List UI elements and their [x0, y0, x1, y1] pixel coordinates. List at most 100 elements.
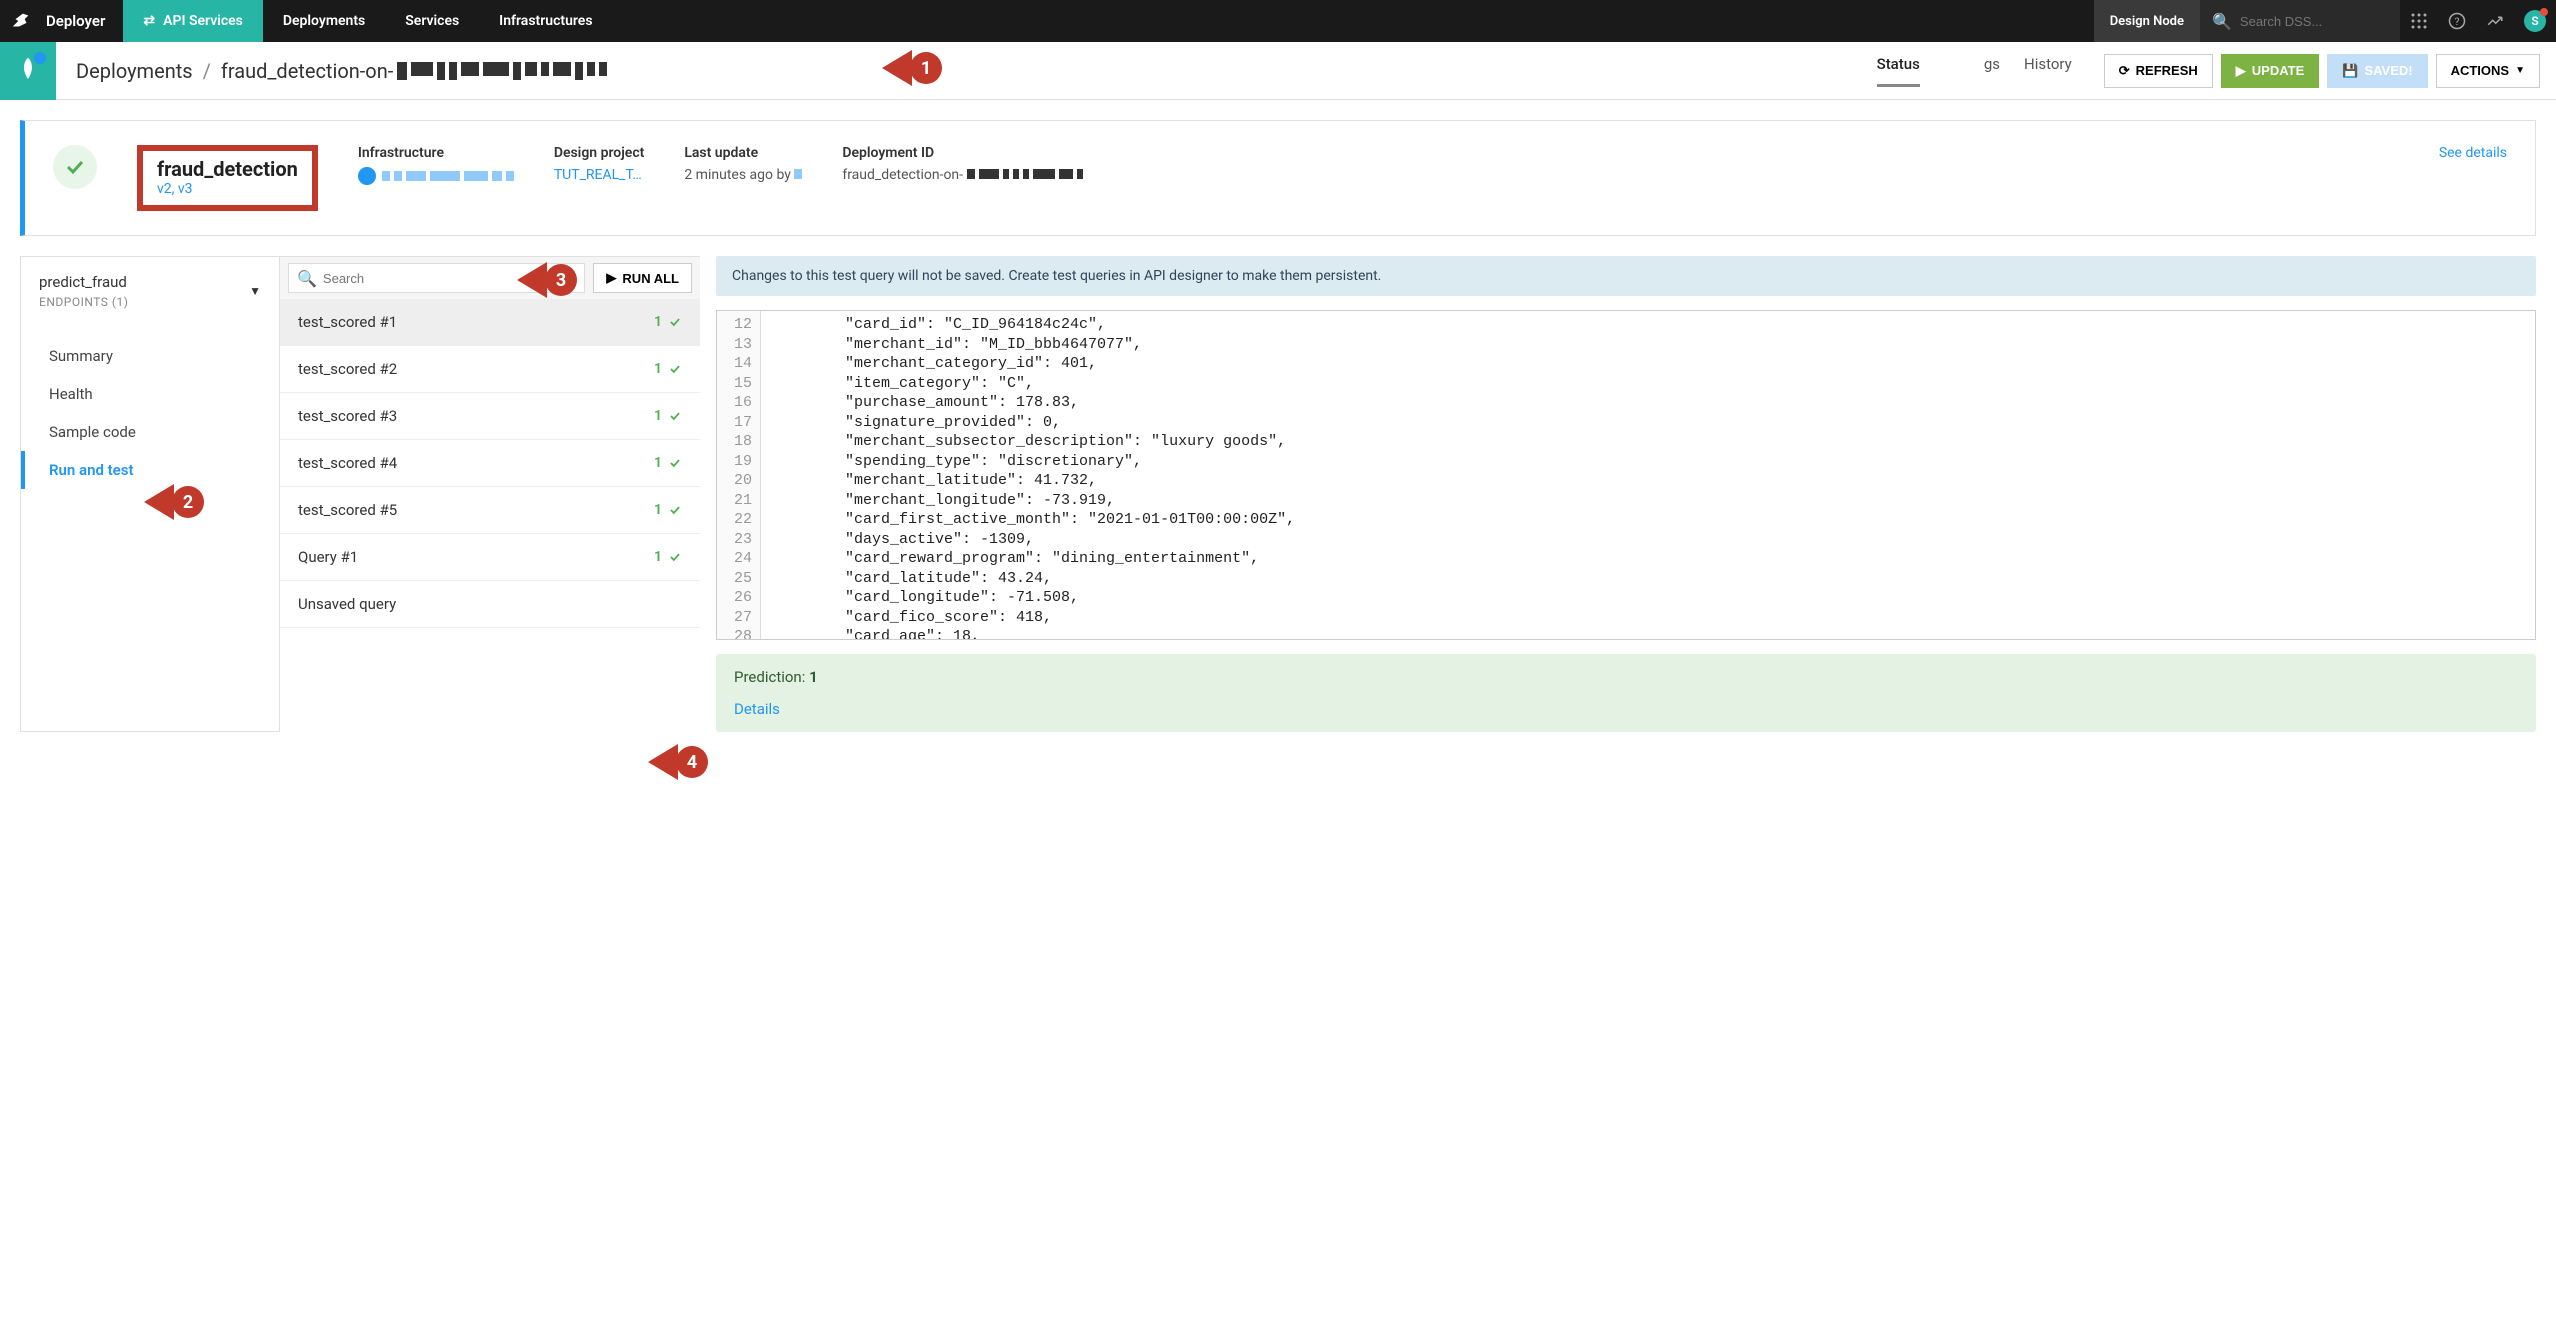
deployment-title-box: fraud_detection v2, v3 [137, 145, 318, 211]
save-icon: 💾 [2342, 63, 2358, 79]
check-icon [668, 456, 682, 470]
check-icon [668, 409, 682, 423]
tab-api-services-label: API Services [163, 13, 243, 29]
global-search-input[interactable] [2240, 14, 2380, 29]
design-project-value[interactable]: TUT_REAL_T… [554, 167, 645, 183]
test-item[interactable]: Query #1 1 [280, 534, 700, 581]
play-icon: ▶ [2236, 63, 2246, 79]
test-count: 1 [654, 314, 662, 330]
annotation-2: 2 [172, 486, 204, 518]
check-icon [668, 362, 682, 376]
design-node[interactable]: Design Node [2094, 0, 2200, 42]
tab-history[interactable]: History [2024, 55, 2072, 87]
infrastructure-label: Infrastructure [358, 145, 514, 161]
endpoint-selector[interactable]: predict_fraud ENDPOINTS (1) ▼ [21, 257, 279, 325]
logo-icon[interactable] [0, 10, 42, 32]
details-link[interactable]: Details [734, 700, 2518, 718]
test-item[interactable]: test_scored #3 1 [280, 393, 700, 440]
global-search[interactable]: 🔍 [2200, 0, 2400, 42]
apps-icon[interactable] [2400, 0, 2438, 42]
test-item[interactable]: test_scored #1 1 [280, 299, 700, 346]
play-icon: ▶ [606, 270, 616, 286]
test-panel-header: 🔍 ▶ RUN ALL [280, 257, 700, 299]
breadcrumb: Deployments / fraud_detection-on- [76, 59, 1853, 83]
tab-sample-code[interactable]: Sample code [21, 413, 279, 451]
saved-label: SAVED! [2364, 63, 2412, 78]
test-count: 1 [654, 549, 662, 565]
arrow-icon: ⇄ [143, 13, 155, 29]
refresh-button[interactable]: ⟳ REFRESH [2104, 54, 2213, 88]
result-panel: Prediction: 1 Details [716, 654, 2536, 732]
test-count: 1 [654, 361, 662, 377]
breadcrumb-root[interactable]: Deployments [76, 59, 193, 83]
see-details-link[interactable]: See details [2439, 145, 2507, 161]
search-icon: 🔍 [2212, 12, 2232, 31]
notice-banner: Changes to this test query will not be s… [716, 256, 2536, 296]
search-icon: 🔍 [297, 269, 317, 288]
help-icon[interactable]: ? [2438, 0, 2476, 42]
tab-summary[interactable]: Summary [21, 337, 279, 375]
redacted-id [967, 169, 1083, 179]
update-label: UPDATE [2252, 63, 2304, 78]
test-item[interactable]: test_scored #5 1 [280, 487, 700, 534]
check-icon [668, 315, 682, 329]
tab-health[interactable]: Health [21, 375, 279, 413]
test-count: 1 [654, 502, 662, 518]
top-nav: Deployer ⇄ API Services Deployments Serv… [0, 0, 2556, 42]
tab-logs[interactable]: gs [1984, 55, 2000, 87]
update-button[interactable]: ▶ UPDATE [2221, 54, 2319, 88]
deployment-name: fraud_detection [157, 157, 298, 181]
check-icon [668, 550, 682, 564]
redacted-text [397, 62, 607, 80]
last-update-block: Last update 2 minutes ago by [684, 145, 802, 183]
test-name: test_scored #2 [298, 360, 397, 378]
test-name: test_scored #5 [298, 501, 397, 519]
check-icon [668, 503, 682, 517]
infrastructure-block: Infrastructure [358, 145, 514, 185]
deployment-versions: v2, v3 [157, 181, 298, 197]
tab-deployments[interactable]: Deployments [263, 0, 385, 42]
deployment-card: fraud_detection v2, v3 Infrastructure De… [20, 120, 2536, 236]
query-panel: Changes to this test query will not be s… [700, 256, 2536, 732]
code-editor[interactable]: 12 13 14 15 16 17 18 19 20 21 22 23 24 2… [716, 310, 2536, 640]
trend-icon[interactable] [2476, 0, 2514, 42]
test-item[interactable]: test_scored #4 1 [280, 440, 700, 487]
rocket-icon[interactable] [0, 42, 56, 100]
test-item[interactable]: test_scored #2 1 [280, 346, 700, 393]
test-name: test_scored #1 [298, 313, 397, 331]
page-tabs: Status gs History [1877, 55, 2072, 87]
tab-api-services[interactable]: ⇄ API Services [123, 0, 263, 42]
endpoint-count: ENDPOINTS (1) [39, 295, 128, 309]
tab-services[interactable]: Services [385, 0, 479, 42]
avatar[interactable]: S [2524, 10, 2546, 32]
tab-status[interactable]: Status [1877, 55, 1920, 87]
test-item[interactable]: Unsaved query [280, 581, 700, 628]
secondary-bar: Deployments / fraud_detection-on- Status… [0, 42, 2556, 100]
actions-button[interactable]: ACTIONS ▼ [2436, 54, 2540, 88]
annotation-1: 1 [910, 52, 942, 84]
infra-icon [358, 167, 376, 185]
redacted-infra [382, 171, 514, 181]
test-count: 1 [654, 408, 662, 424]
annotation-4: 4 [676, 746, 708, 778]
endpoint-tabs: Summary Health Sample code Run and test [21, 325, 279, 501]
run-all-button[interactable]: ▶ RUN ALL [593, 263, 692, 293]
tab-infrastructures[interactable]: Infrastructures [479, 0, 612, 42]
prediction-label: Prediction: [734, 668, 809, 686]
endpoint-name: predict_fraud [39, 273, 128, 291]
caret-down-icon: ▼ [2515, 65, 2525, 76]
editor-code[interactable]: "card_id": "C_ID_964184c24c", "merchant_… [761, 311, 1307, 639]
deployment-id-label: Deployment ID [842, 145, 1082, 161]
deployment-id-value: fraud_detection-on- [842, 167, 963, 183]
annotation-3: 3 [545, 264, 577, 296]
design-project-label: Design project [554, 145, 645, 161]
prediction-value: 1 [809, 668, 818, 686]
test-name: Unsaved query [298, 595, 396, 613]
caret-down-icon: ▼ [249, 284, 261, 298]
actions-label: ACTIONS [2451, 63, 2510, 78]
test-list: test_scored #1 1 test_scored #2 1 test_s… [280, 299, 700, 628]
test-name: Query #1 [298, 548, 358, 566]
last-update-label: Last update [684, 145, 802, 161]
test-name: test_scored #3 [298, 407, 397, 425]
saved-button: 💾 SAVED! [2327, 54, 2427, 88]
